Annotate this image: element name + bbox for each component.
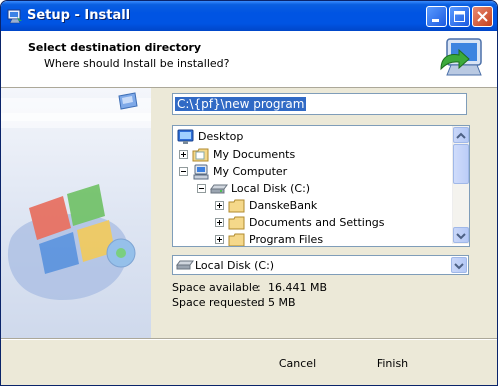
scroll-thumb[interactable]	[453, 144, 469, 184]
folder-icon	[228, 199, 245, 212]
maximize-icon	[454, 11, 465, 22]
tree-item-label: Program Files	[249, 233, 324, 246]
wizard-header: Select destination directory Where shoul…	[1, 31, 497, 88]
header-subtitle: Where should Install be installed?	[44, 57, 230, 70]
tree-item-label: My Computer	[213, 165, 288, 178]
tree-item-program-files[interactable]: Program Files	[215, 231, 324, 246]
space-requested-separator: :	[257, 296, 261, 309]
directory-tree[interactable]: Desktop My Documents My Computer Local D…	[172, 125, 470, 247]
chevron-down-icon	[456, 233, 466, 240]
scroll-down-button[interactable]	[453, 227, 469, 243]
footer-divider	[1, 338, 497, 340]
expand-plus-icon[interactable]	[215, 201, 224, 210]
maximize-button[interactable]	[449, 6, 470, 27]
tree-scrollbar[interactable]	[452, 126, 469, 244]
destination-path-input[interactable]: C:\{pf}\new program	[172, 93, 467, 115]
collapse-minus-icon[interactable]	[197, 184, 206, 193]
minimize-icon	[432, 19, 439, 22]
space-requested-value: 5 MB	[268, 296, 296, 309]
space-requested-label: Space requested	[172, 296, 265, 309]
tree-item-my-documents[interactable]: My Documents	[179, 146, 295, 163]
drive-select-value: Local Disk (C:)	[195, 259, 275, 272]
drive-icon	[176, 260, 194, 270]
setup-window: Setup - Install Select destination direc…	[0, 0, 498, 386]
expand-plus-icon[interactable]	[215, 218, 224, 227]
close-icon	[477, 11, 488, 22]
desktop-icon	[177, 129, 194, 144]
drive-icon	[210, 184, 228, 193]
tree-item-desktop[interactable]: Desktop	[177, 128, 243, 145]
tree-item-local-disk[interactable]: Local Disk (C:)	[197, 180, 310, 197]
drive-select[interactable]: Local Disk (C:)	[172, 255, 469, 275]
folder-icon	[228, 216, 245, 229]
close-button[interactable]	[472, 6, 493, 27]
space-available-separator: :	[257, 281, 261, 294]
folder-docs-icon	[192, 148, 209, 161]
space-available-label: Space available	[172, 281, 259, 294]
tree-item-label: My Documents	[213, 148, 296, 161]
side-banner	[1, 88, 151, 338]
setup-app-icon	[7, 9, 22, 24]
window-title: Setup - Install	[27, 8, 131, 23]
space-available-value: 16.441 MB	[268, 281, 328, 294]
chevron-down-icon	[454, 263, 464, 270]
tree-item-label: Local Disk (C:)	[231, 182, 311, 195]
tree-item-label: Documents and Settings	[249, 216, 385, 229]
header-title: Select destination directory	[28, 41, 202, 54]
finish-button[interactable]: Finish	[355, 352, 430, 375]
computer-icon	[193, 164, 209, 179]
tree-item-label: Desktop	[198, 130, 244, 143]
title-bar[interactable]: Setup - Install	[1, 1, 497, 31]
cancel-button[interactable]: Cancel	[260, 352, 335, 375]
setup-banner-image	[1, 88, 151, 338]
destination-path-value: C:\{pf}\new program	[175, 97, 307, 111]
folder-icon	[228, 233, 245, 246]
tree-item-label: DanskeBank	[249, 199, 318, 212]
drive-dropdown-button[interactable]	[451, 257, 467, 273]
tree-item-my-computer[interactable]: My Computer	[179, 163, 287, 180]
disk-small-icon	[118, 92, 138, 110]
collapse-minus-icon[interactable]	[179, 167, 188, 176]
expand-plus-icon[interactable]	[179, 150, 188, 159]
expand-plus-icon[interactable]	[215, 235, 224, 244]
scroll-up-button[interactable]	[453, 127, 469, 143]
minimize-button[interactable]	[426, 6, 447, 27]
tree-item-danskebank[interactable]: DanskeBank	[215, 197, 317, 214]
install-computer-icon	[440, 38, 482, 76]
tree-item-documents-and-settings[interactable]: Documents and Settings	[215, 214, 385, 231]
chevron-up-icon	[456, 132, 466, 139]
